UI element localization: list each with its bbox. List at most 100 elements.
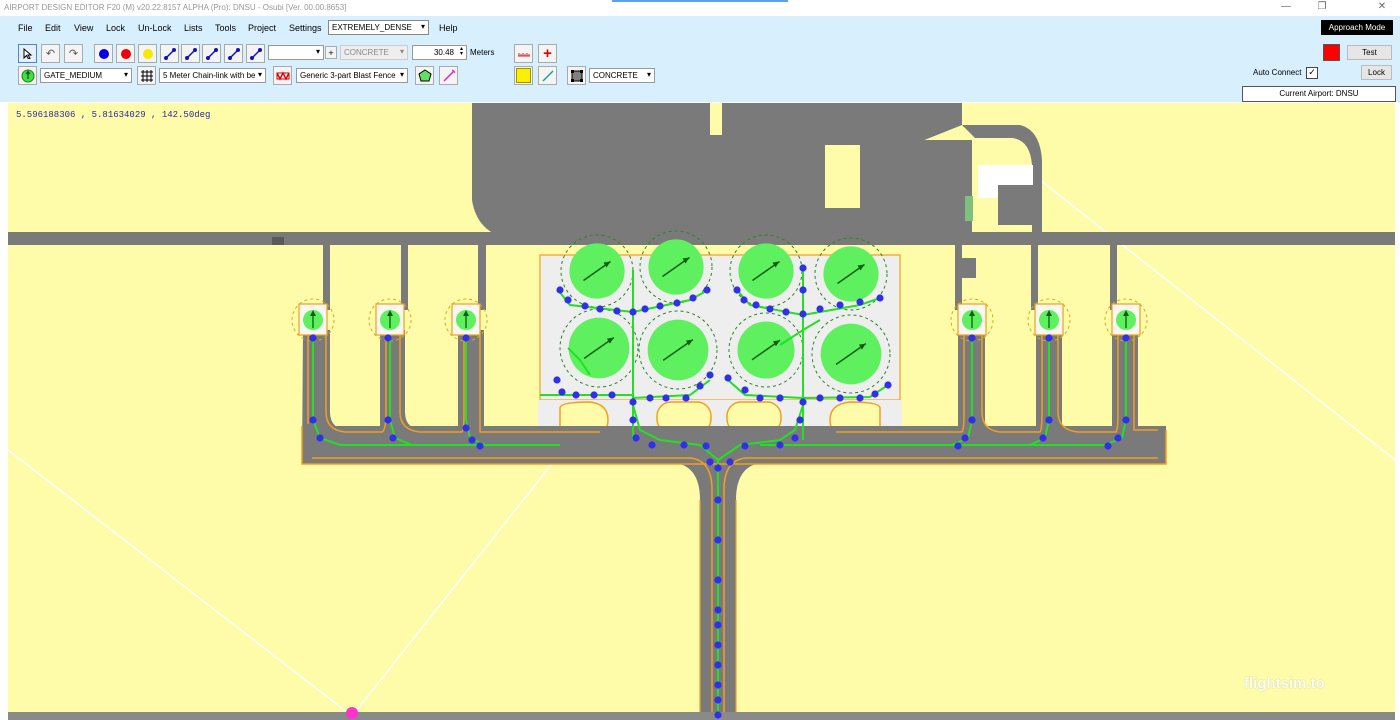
taxi-node[interactable] xyxy=(629,398,637,406)
menu-view[interactable]: View xyxy=(74,23,93,33)
taxi-node[interactable] xyxy=(1122,416,1130,424)
select-arrow-icon[interactable] xyxy=(18,44,37,63)
taxi-node[interactable] xyxy=(714,464,722,472)
taxi-node[interactable] xyxy=(756,394,764,402)
taxi-node[interactable] xyxy=(816,394,824,402)
taxi-node[interactable] xyxy=(856,298,864,306)
gate-icon[interactable] xyxy=(18,66,37,85)
taxi-link-t-icon[interactable] xyxy=(160,44,179,63)
lock-button[interactable]: Lock xyxy=(1361,65,1392,80)
taxi-node[interactable] xyxy=(656,302,664,310)
taxi-node[interactable] xyxy=(641,305,649,313)
taxi-node[interactable] xyxy=(799,398,807,406)
approach-marker[interactable] xyxy=(346,707,358,719)
taxi-node[interactable] xyxy=(884,381,892,389)
taxi-node[interactable] xyxy=(309,334,317,342)
map-canvas[interactable]: 5.596188306 , 5.81634029 , 142.50deg fli… xyxy=(8,103,1395,720)
taxi-node[interactable] xyxy=(673,299,681,307)
gate-type-select[interactable]: GATE_MEDIUM ▾ xyxy=(40,68,132,83)
taxi-node[interactable] xyxy=(680,441,688,449)
taxi-node[interactable] xyxy=(1122,334,1130,342)
taxi-node[interactable] xyxy=(558,388,566,396)
ruler-icon[interactable] xyxy=(514,44,533,63)
taxi-node[interactable] xyxy=(954,442,962,450)
taxi-node[interactable] xyxy=(608,391,616,399)
menu-help[interactable]: Help xyxy=(439,23,458,33)
taxi-node[interactable] xyxy=(309,416,317,424)
taxi-node[interactable] xyxy=(468,436,476,444)
taxi-node[interactable] xyxy=(1039,434,1047,442)
taxi-node[interactable] xyxy=(702,442,710,450)
taxi-link-c-icon[interactable] xyxy=(224,44,243,63)
surface-select[interactable]: CONCRETE ▾ xyxy=(340,45,408,60)
magic-line-icon[interactable] xyxy=(439,66,458,85)
menu-tools[interactable]: Tools xyxy=(215,23,236,33)
menu-file[interactable]: File xyxy=(18,23,33,33)
taxi-link-v-icon[interactable] xyxy=(246,44,265,63)
taxi-node[interactable] xyxy=(682,394,690,402)
polygon-icon[interactable] xyxy=(415,66,434,85)
taxi-node[interactable] xyxy=(613,307,621,315)
taxi-node[interactable] xyxy=(564,296,572,304)
blast-fence-icon[interactable] xyxy=(273,66,292,85)
taxi-node[interactable] xyxy=(714,661,722,669)
width-stepper[interactable]: 30.48 ▴ ▾ xyxy=(412,45,467,60)
taxi-node[interactable] xyxy=(799,310,807,318)
taxi-node[interactable] xyxy=(389,434,397,442)
airport-map[interactable] xyxy=(8,103,1395,720)
taxi-node[interactable] xyxy=(696,382,704,390)
taxi-node[interactable] xyxy=(876,294,884,302)
taxi-node[interactable] xyxy=(706,371,714,379)
fence-icon[interactable] xyxy=(137,66,156,85)
taxi-node[interactable] xyxy=(871,390,879,398)
taxi-node[interactable] xyxy=(740,296,748,304)
taxi-node[interactable] xyxy=(689,294,697,302)
redo-icon[interactable]: ↷ xyxy=(64,44,83,63)
close-icon[interactable]: ✕ xyxy=(1372,1,1392,12)
taxi-node[interactable] xyxy=(556,286,564,294)
taxi-node[interactable] xyxy=(714,606,722,614)
taxi-node[interactable] xyxy=(714,711,722,719)
apron-icon[interactable] xyxy=(567,66,586,85)
yellow-node-icon[interactable] xyxy=(138,44,157,63)
taxi-node[interactable] xyxy=(799,286,807,294)
taxi-node[interactable] xyxy=(1104,442,1112,450)
taxi-node[interactable] xyxy=(726,458,734,466)
taxi-node[interactable] xyxy=(776,394,784,402)
density-select[interactable]: EXTREMELY_DENSE ▾ xyxy=(328,20,429,35)
taxi-node[interactable] xyxy=(714,496,722,504)
taxi-node[interactable] xyxy=(968,334,976,342)
taxi-node[interactable] xyxy=(782,308,790,316)
taxi-node[interactable] xyxy=(714,641,722,649)
taxi-node[interactable] xyxy=(816,305,824,313)
apron-surface-select[interactable]: CONCRETE ▾ xyxy=(589,68,655,83)
taxi-node[interactable] xyxy=(724,374,732,382)
taxi-node[interactable] xyxy=(384,416,392,424)
red-node-icon[interactable] xyxy=(116,44,135,63)
taxi-node[interactable] xyxy=(632,434,640,442)
test-button[interactable]: Test xyxy=(1347,45,1392,60)
taxi-node[interactable] xyxy=(462,334,470,342)
taxi-node[interactable] xyxy=(590,391,598,399)
taxi-node[interactable] xyxy=(316,434,324,442)
taxi-node[interactable] xyxy=(796,416,804,424)
taxi-node[interactable] xyxy=(1045,416,1053,424)
fence-type-select[interactable]: 5 Meter Chain-link with be ▾ xyxy=(159,68,266,83)
taxi-node[interactable] xyxy=(581,302,589,310)
taxi-node[interactable] xyxy=(836,394,844,402)
taxi-link-a-icon[interactable] xyxy=(181,44,200,63)
line-tool-icon[interactable] xyxy=(538,66,557,85)
taxi-node[interactable] xyxy=(714,696,722,704)
taxi-node[interactable] xyxy=(714,681,722,689)
restore-icon[interactable]: ❐ xyxy=(1312,1,1332,12)
taxi-node[interactable] xyxy=(572,391,580,399)
taxi-node[interactable] xyxy=(1045,334,1053,342)
taxi-node[interactable] xyxy=(629,308,637,316)
taxi-node[interactable] xyxy=(596,305,604,313)
taxi-node[interactable] xyxy=(476,442,484,450)
taxi-node[interactable] xyxy=(706,458,714,466)
taxi-node[interactable] xyxy=(799,264,807,272)
taxi-node[interactable] xyxy=(462,424,470,432)
menu-edit[interactable]: Edit xyxy=(45,23,61,33)
taxi-node[interactable] xyxy=(836,301,844,309)
